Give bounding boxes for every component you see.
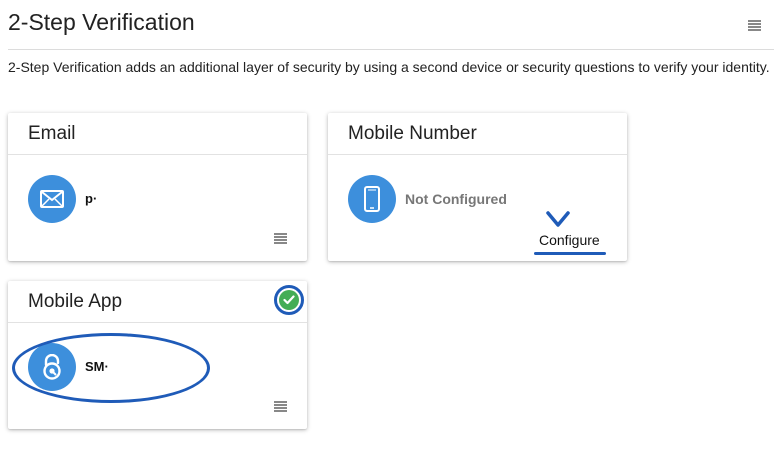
underline-annotation: [534, 252, 606, 255]
card-divider: [8, 322, 307, 323]
mobile-number-status: Not Configured: [405, 191, 507, 207]
page-title: 2-Step Verification: [8, 9, 195, 35]
mobile-app-card: Mobile App SM·: [8, 281, 307, 429]
envelope-icon: [28, 175, 76, 223]
menu-icon[interactable]: [748, 20, 761, 32]
menu-icon[interactable]: [274, 401, 287, 413]
email-card-title: Email: [28, 123, 76, 144]
menu-icon[interactable]: [274, 233, 287, 245]
phone-icon: [348, 175, 396, 223]
status-circle-annotation: [274, 285, 304, 315]
page-description: 2-Step Verification adds an additional l…: [8, 59, 770, 75]
card-divider: [8, 154, 307, 155]
header-divider: [8, 49, 774, 50]
ellipse-annotation: [12, 333, 210, 403]
mobile-app-card-title: Mobile App: [28, 291, 123, 312]
checkmark-annotation-icon: [546, 211, 570, 232]
email-value: p·: [85, 191, 98, 206]
mobile-number-card: Mobile Number Not Configured Configure: [328, 113, 627, 261]
mobile-number-card-title: Mobile Number: [348, 123, 477, 144]
email-card: Email p·: [8, 113, 307, 261]
card-divider: [328, 154, 627, 155]
configure-link[interactable]: Configure: [539, 232, 600, 248]
